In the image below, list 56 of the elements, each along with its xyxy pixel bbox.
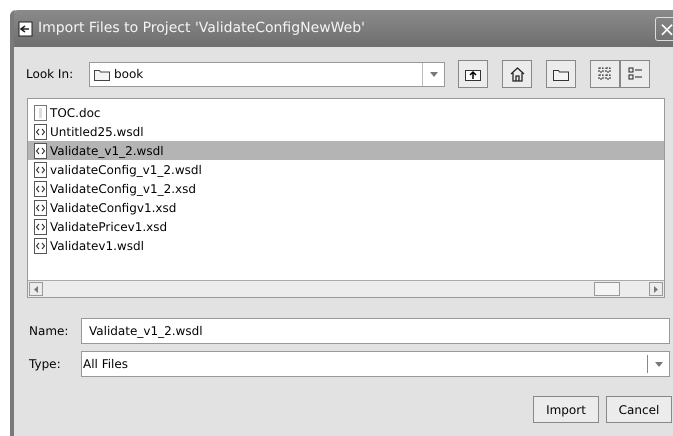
- left-arrow-icon: [34, 286, 38, 292]
- type-dropdown[interactable]: All Files: [81, 351, 670, 377]
- close-button[interactable]: ×: [655, 16, 673, 40]
- code-file-icon: [34, 218, 47, 234]
- file-item[interactable]: TOC.doc: [28, 103, 664, 122]
- file-item[interactable]: ValidateConfigv1.xsd: [28, 198, 664, 217]
- document-icon: [34, 104, 47, 120]
- new-folder-button[interactable]: [546, 60, 576, 88]
- import-icon: [18, 20, 34, 36]
- file-name: Untitled25.wsdl: [50, 124, 144, 140]
- file-name: TOC.doc: [50, 104, 101, 122]
- details-list-icon: [628, 67, 642, 81]
- look-in-value: book: [114, 66, 144, 83]
- file-name: ValidateConfigv1.xsd: [50, 200, 176, 216]
- file-name: validateConfig_v1_2.wsdl: [50, 162, 202, 178]
- horizontal-scrollbar[interactable]: [28, 280, 664, 297]
- file-item[interactable]: ValidateConfig_v1_2.xsd: [28, 179, 664, 198]
- file-name: ValidateConfig_v1_2.xsd: [50, 180, 196, 198]
- caret-icon: [430, 72, 438, 76]
- file-item[interactable]: ValidatePricev1.xsd: [28, 217, 664, 236]
- look-in-dropdown[interactable]: book: [89, 62, 445, 86]
- up-folder-button[interactable]: [458, 60, 488, 88]
- file-item[interactable]: Validatev1.wsdl: [28, 236, 664, 255]
- details-view-button[interactable]: [620, 60, 650, 88]
- grid-icon: [598, 67, 612, 81]
- dialog-button[interactable]: Cancel: [606, 396, 672, 423]
- file-name: ValidatePricev1.xsd: [50, 218, 168, 236]
- type-label: Type:: [29, 356, 62, 373]
- home-button[interactable]: [502, 60, 532, 88]
- right-arrow-icon: [654, 286, 658, 292]
- type-value: All Files: [83, 356, 128, 373]
- file-item[interactable]: Untitled25.wsdl: [28, 122, 664, 141]
- code-file-icon: [34, 238, 47, 254]
- code-file-icon: [34, 162, 47, 178]
- scroll-left-button[interactable]: [29, 282, 43, 296]
- code-file-icon: [34, 124, 47, 140]
- look-in-label: Look In:: [26, 66, 74, 83]
- dialog-button[interactable]: Import: [533, 396, 599, 423]
- scroll-right-button[interactable]: [649, 282, 663, 296]
- up-folder-icon: [465, 67, 481, 81]
- code-file-icon: [34, 180, 47, 196]
- list-view-button[interactable]: [590, 60, 620, 88]
- window-title: Import Files to Project 'ValidateConfigNewWeb': [38, 19, 366, 38]
- home-icon: [510, 66, 524, 82]
- scroll-thumb[interactable]: [594, 282, 620, 296]
- name-label: Name:: [29, 323, 70, 340]
- code-file-icon: [34, 200, 47, 216]
- file-item[interactable]: Validate_v1_2.wsdl: [28, 141, 664, 160]
- folder-icon: [94, 68, 110, 80]
- name-field[interactable]: Validate_v1_2.wsdl: [81, 318, 670, 344]
- file-item[interactable]: validateConfig_v1_2.wsdl: [28, 160, 664, 179]
- file-name: Validatev1.wsdl: [50, 238, 144, 254]
- folder-icon: [553, 68, 569, 80]
- code-file-icon: [34, 142, 47, 158]
- caret-icon: [654, 362, 662, 366]
- file-name: Validate_v1_2.wsdl: [50, 142, 164, 160]
